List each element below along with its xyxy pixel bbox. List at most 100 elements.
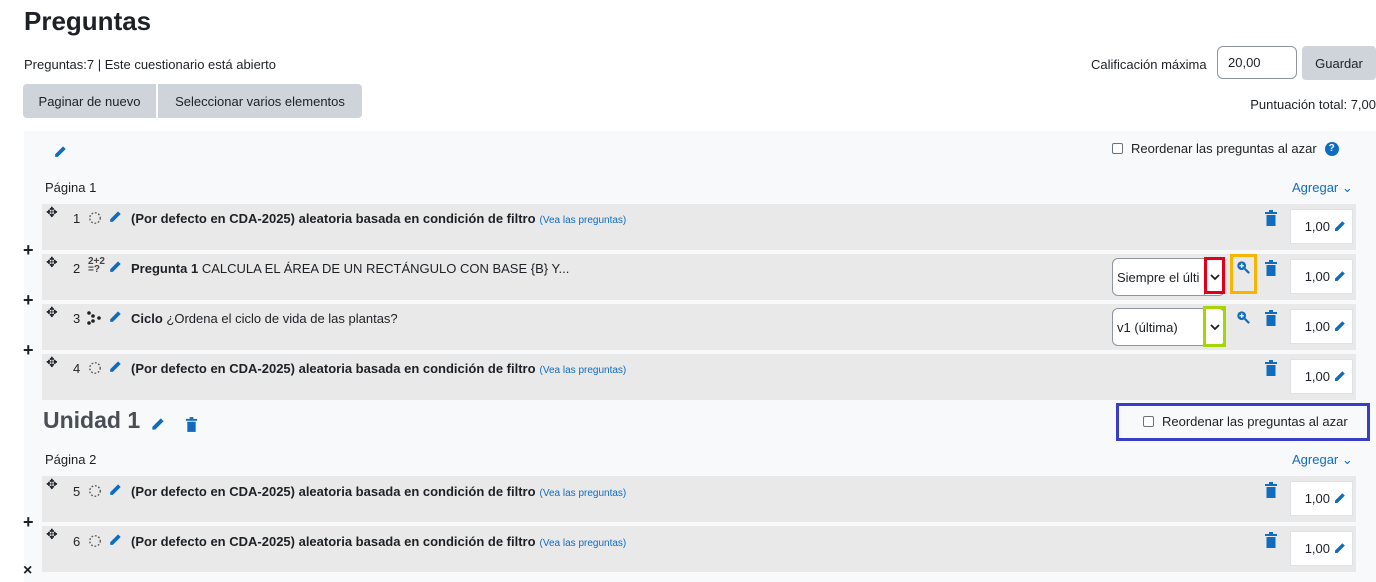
move-icon[interactable]: ✥ — [46, 254, 58, 271]
max-grade-label: Calificación máxima — [1091, 57, 1207, 72]
delete-icon[interactable] — [1264, 260, 1278, 276]
edit-question-icon[interactable] — [108, 533, 122, 547]
highlight-orange — [1230, 254, 1257, 294]
edit-section-heading-icon[interactable] — [53, 145, 67, 159]
slot-number: 2 — [73, 261, 81, 276]
quiz-status-info: Preguntas:7 | Este cuestionario está abi… — [24, 57, 276, 72]
max-mark-field[interactable]: 1,00 — [1290, 359, 1353, 394]
edit-question-icon[interactable] — [108, 310, 122, 324]
save-button[interactable]: Guardar — [1302, 46, 1376, 80]
max-mark-field[interactable]: 1,00 — [1290, 309, 1353, 344]
question-title: (Por defecto en CDA-2025) aleatoria basa… — [131, 484, 536, 499]
calculated-icon: 2+2 =? — [88, 256, 105, 275]
view-questions-link[interactable]: (Vea las preguntas) — [540, 215, 627, 226]
shuffle-checkbox[interactable] — [1112, 143, 1123, 154]
edit-mark-icon[interactable] — [1333, 492, 1346, 505]
max-mark-field[interactable]: 1,00 — [1290, 209, 1353, 244]
page-2-label: Página 2 — [45, 452, 97, 467]
edit-mark-icon[interactable] — [1333, 370, 1346, 383]
edit-question-icon[interactable] — [108, 210, 122, 224]
max-mark-field[interactable]: 1,00 — [1290, 481, 1353, 516]
edit-question-icon[interactable] — [108, 360, 122, 374]
question-text: (Por defecto en CDA-2025) aleatoria basa… — [131, 211, 626, 226]
version-select[interactable]: v1 (última) — [1112, 308, 1205, 346]
add-menu-page-1[interactable]: Agregar ⌄ — [1292, 180, 1353, 196]
add-page-break-icon[interactable]: + — [23, 340, 34, 361]
shuffle-label: Reordenar las preguntas al azar — [1131, 141, 1317, 156]
max-mark-value: 1,00 — [1304, 269, 1330, 284]
delete-icon[interactable] — [1264, 532, 1278, 548]
max-mark-value: 1,00 — [1304, 219, 1330, 234]
move-icon[interactable]: ✥ — [46, 354, 58, 371]
question-title: (Por defecto en CDA-2025) aleatoria basa… — [131, 534, 536, 549]
edit-mark-icon[interactable] — [1333, 320, 1346, 333]
max-mark-value: 1,00 — [1304, 319, 1330, 334]
question-body: ¿Ordena el ciclo de vida de las plantas? — [166, 311, 398, 326]
delete-icon[interactable] — [1264, 310, 1278, 326]
total-marks: Puntuación total: 7,00 — [1250, 97, 1376, 112]
highlight-indigo — [1116, 403, 1370, 441]
close-icon[interactable]: × — [23, 562, 32, 580]
move-icon[interactable]: ✥ — [46, 304, 58, 321]
ordering-icon — [87, 311, 101, 325]
delete-icon[interactable] — [1264, 482, 1278, 498]
question-text: Ciclo ¿Ordena el ciclo de vida de las pl… — [131, 311, 398, 326]
edit-question-icon[interactable] — [108, 483, 122, 497]
max-mark-value: 1,00 — [1304, 541, 1330, 556]
version-select[interactable]: Siempre el últi — [1112, 258, 1205, 296]
random-icon — [89, 535, 101, 547]
max-grade-input[interactable] — [1217, 46, 1297, 79]
edit-mark-icon[interactable] — [1333, 220, 1346, 233]
slot-number: 3 — [73, 311, 81, 326]
random-icon — [89, 485, 101, 497]
question-name: Ciclo — [131, 311, 163, 326]
question-text: Pregunta 1 CALCULA EL ÁREA DE UN RECTÁNG… — [131, 261, 569, 276]
repaginate-button[interactable]: Paginar de nuevo — [23, 84, 156, 118]
edit-section-icon[interactable] — [150, 417, 165, 432]
max-mark-value: 1,00 — [1304, 369, 1330, 384]
select-multiple-button[interactable]: Seleccionar varios elementos — [158, 84, 362, 118]
add-menu-page-2[interactable]: Agregar ⌄ — [1292, 452, 1353, 468]
add-page-break-icon[interactable]: + — [23, 512, 34, 533]
help-icon[interactable]: ? — [1324, 141, 1339, 156]
view-questions-link[interactable]: (Vea las preguntas) — [540, 488, 627, 499]
edit-mark-icon[interactable] — [1333, 542, 1346, 555]
edit-question-icon[interactable] — [108, 260, 122, 274]
section-heading: Unidad 1 — [43, 407, 141, 433]
move-icon[interactable]: ✥ — [46, 526, 58, 543]
max-mark-value: 1,00 — [1304, 491, 1330, 506]
max-mark-field[interactable]: 1,00 — [1290, 531, 1353, 566]
question-body: CALCULA EL ÁREA DE UN RECTÁNGULO CON BAS… — [201, 261, 570, 276]
version-selected: v1 (última) — [1117, 319, 1178, 335]
max-mark-field[interactable]: 1,00 — [1290, 259, 1353, 294]
version-selected: Siempre el últi — [1117, 269, 1200, 285]
add-page-break-icon[interactable]: + — [23, 240, 34, 261]
shuffle-questions-section0: Reordenar las preguntas al azar ? — [1112, 141, 1339, 156]
highlight-red — [1204, 257, 1225, 294]
slot-number: 1 — [73, 211, 81, 226]
random-icon — [89, 362, 101, 374]
view-questions-link[interactable]: (Vea las preguntas) — [540, 538, 627, 549]
slot-number: 4 — [73, 361, 81, 376]
highlight-lime — [1203, 306, 1226, 347]
add-page-break-icon[interactable]: + — [23, 290, 34, 311]
slot-number: 6 — [73, 534, 81, 549]
preview-icon[interactable] — [1236, 310, 1250, 324]
question-title: (Por defecto en CDA-2025) aleatoria basa… — [131, 361, 536, 376]
delete-section-icon[interactable] — [185, 417, 198, 432]
random-icon — [89, 212, 101, 224]
delete-icon[interactable] — [1264, 210, 1278, 226]
delete-icon[interactable] — [1264, 360, 1278, 376]
question-text: (Por defecto en CDA-2025) aleatoria basa… — [131, 361, 626, 376]
question-slot-5 — [42, 476, 1356, 522]
move-icon[interactable]: ✥ — [46, 476, 58, 493]
page-1-label: Página 1 — [45, 180, 97, 195]
question-text: (Por defecto en CDA-2025) aleatoria basa… — [131, 484, 626, 499]
view-questions-link[interactable]: (Vea las preguntas) — [540, 365, 627, 376]
slot-number: 5 — [73, 484, 81, 499]
move-icon[interactable]: ✥ — [46, 204, 58, 221]
question-text: (Por defecto en CDA-2025) aleatoria basa… — [131, 534, 626, 549]
question-title: (Por defecto en CDA-2025) aleatoria basa… — [131, 211, 536, 226]
edit-mark-icon[interactable] — [1333, 270, 1346, 283]
question-slot-6 — [42, 526, 1356, 572]
